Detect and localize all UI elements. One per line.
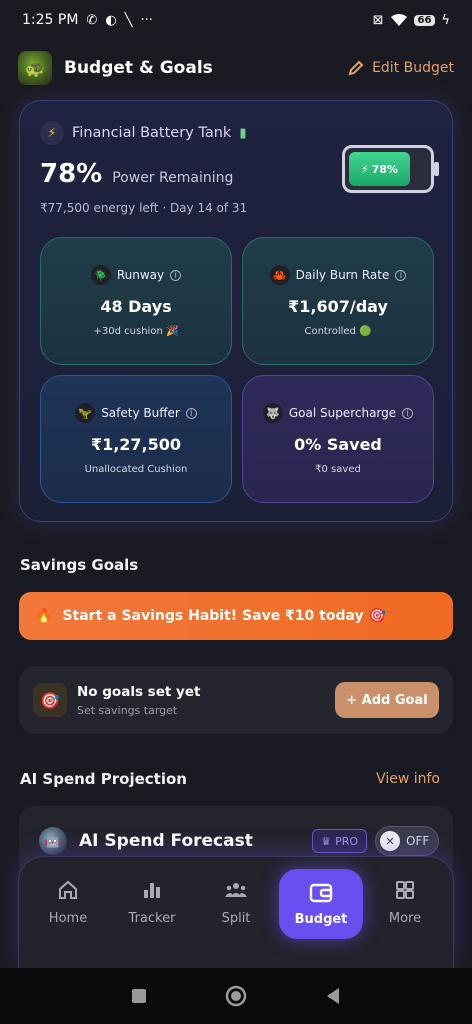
system-nav-bar xyxy=(0,968,472,1024)
crab-icon: 🦀 xyxy=(269,265,290,285)
view-info-link[interactable]: View info xyxy=(376,771,440,787)
app-notification-icon: ◐ xyxy=(105,12,117,28)
runway-tile[interactable]: 🪲 Runway i 48 Days +30d cushion 🎉 xyxy=(40,237,232,365)
recents-icon[interactable] xyxy=(131,988,147,1004)
battery-tank-card: ⚡ Financial Battery Tank ▮ 78% Power Rem… xyxy=(19,100,453,522)
edit-budget-label: Edit Budget xyxy=(372,60,454,76)
info-icon[interactable]: i xyxy=(402,407,414,419)
nav-budget[interactable]: Budget xyxy=(279,869,363,939)
battery-indicator: 66 xyxy=(413,14,436,26)
crown-icon: ♛ xyxy=(321,834,332,848)
goal-supercharge-value: 0% Saved xyxy=(294,435,382,454)
runway-value: 48 Days xyxy=(100,297,172,316)
wolf-icon: 🐺 xyxy=(262,403,283,423)
savings-habit-text: Start a Savings Habit! Save ₹10 today 🎯 xyxy=(62,608,386,624)
burn-rate-value: ₹1,607/day xyxy=(288,297,388,316)
ai-forecast-title: AI Spend Forecast xyxy=(79,831,253,851)
status-bar: 1:25 PM ✆ ◐ ╲ ··· ⊠ 66 ϟ xyxy=(0,0,472,40)
battery-icon: ▮ xyxy=(239,125,247,141)
burn-rate-tile[interactable]: 🦀 Daily Burn Rate i ₹1,607/day Controlle… xyxy=(242,237,434,365)
app-header: 🐢 Budget & Goals Edit Budget xyxy=(18,48,454,88)
ai-section-title: AI Spend Projection xyxy=(20,770,187,788)
home-button-icon[interactable] xyxy=(225,985,247,1007)
whatsapp-icon: ✆ xyxy=(86,12,98,28)
nav-home-label: Home xyxy=(48,911,88,926)
bottom-nav: Home Tracker Split Budget More xyxy=(18,856,454,968)
savings-habit-banner[interactable]: 🔥 Start a Savings Habit! Save ₹10 today … xyxy=(19,592,453,640)
nav-split-label: Split xyxy=(221,911,251,926)
group-icon xyxy=(225,883,247,897)
app-logo: 🐢 xyxy=(18,51,52,85)
empty-goals-subtitle: Set savings target xyxy=(77,703,178,717)
safety-buffer-tile[interactable]: 🦖 Safety Buffer i ₹1,27,500 Unallocated … xyxy=(40,375,232,503)
ai-forecast-toggle[interactable]: ✕ OFF xyxy=(375,826,439,856)
more-notifications-icon: ··· xyxy=(140,12,153,28)
toggle-label: OFF xyxy=(406,834,430,848)
burn-rate-label: Daily Burn Rate xyxy=(295,268,390,282)
battery-widget: ⚡ 78% xyxy=(342,145,439,193)
energy-subtitle: ₹77,500 energy left · Day 14 of 31 xyxy=(40,201,248,215)
nav-tracker[interactable]: Tracker xyxy=(117,879,187,926)
dinosaur-icon: 🦖 xyxy=(75,403,96,423)
sim-icon: ⊠ xyxy=(372,12,384,28)
nav-budget-label: Budget xyxy=(294,911,348,927)
safety-buffer-label: Safety Buffer xyxy=(101,406,180,420)
battery-widget-label: 78% xyxy=(371,162,398,176)
back-icon[interactable] xyxy=(325,987,341,1005)
beetle-icon: 🪲 xyxy=(90,265,111,285)
bolt-icon: ⚡ xyxy=(360,162,369,176)
battery-fill: ⚡ 78% xyxy=(349,152,410,186)
charging-icon: ϟ xyxy=(441,12,450,28)
empty-goals-title: No goals set yet xyxy=(77,683,201,700)
savings-section-title: Savings Goals xyxy=(20,556,139,574)
add-goal-button[interactable]: + Add Goal xyxy=(335,682,439,718)
wifi-icon xyxy=(390,13,407,26)
info-icon[interactable]: i xyxy=(395,269,407,281)
status-time: 1:25 PM xyxy=(22,12,79,28)
bar-chart-icon xyxy=(144,883,160,898)
info-icon[interactable]: i xyxy=(185,407,197,419)
power-label: Power Remaining xyxy=(112,170,234,186)
safety-buffer-note: Unallocated Cushion xyxy=(84,464,188,475)
goal-supercharge-note: ₹0 saved xyxy=(315,464,361,475)
runway-note: +30d cushion 🎉 xyxy=(93,326,179,337)
goal-supercharge-label: Goal Supercharge xyxy=(288,406,397,420)
bolt-icon: ⚡ xyxy=(40,121,64,145)
flame-icon: 🔥 xyxy=(35,608,53,624)
nav-tracker-label: Tracker xyxy=(128,911,176,926)
slash-icon: ╲ xyxy=(124,12,133,28)
target-icon: 🎯 xyxy=(33,683,67,717)
battery-cap xyxy=(434,162,439,176)
nav-home[interactable]: Home xyxy=(33,879,103,926)
edit-budget-button[interactable]: Edit Budget xyxy=(348,60,454,76)
robot-icon: 🤖 xyxy=(39,827,67,855)
safety-buffer-value: ₹1,27,500 xyxy=(90,435,182,454)
battery-tank-title: Financial Battery Tank xyxy=(72,125,232,141)
nav-more-label: More xyxy=(388,911,422,926)
grid-icon xyxy=(396,881,414,899)
empty-goals-card: 🎯 No goals set yet Set savings target + … xyxy=(19,666,453,734)
pro-label: PRO xyxy=(335,834,358,848)
close-icon: ✕ xyxy=(380,831,400,851)
runway-label: Runway xyxy=(116,268,165,282)
power-percent: 78% xyxy=(40,159,103,189)
page-title: Budget & Goals xyxy=(64,58,213,78)
burn-rate-note: Controlled 🟢 xyxy=(304,326,372,337)
wallet-icon xyxy=(309,883,333,902)
nav-split[interactable]: Split xyxy=(201,879,271,926)
goal-supercharge-tile[interactable]: 🐺 Goal Supercharge i 0% Saved ₹0 saved xyxy=(242,375,434,503)
nav-more[interactable]: More xyxy=(370,879,440,926)
home-icon xyxy=(59,880,77,899)
pencil-icon xyxy=(348,60,364,76)
pro-badge: ♛ PRO xyxy=(312,829,367,853)
info-icon[interactable]: i xyxy=(170,269,182,281)
